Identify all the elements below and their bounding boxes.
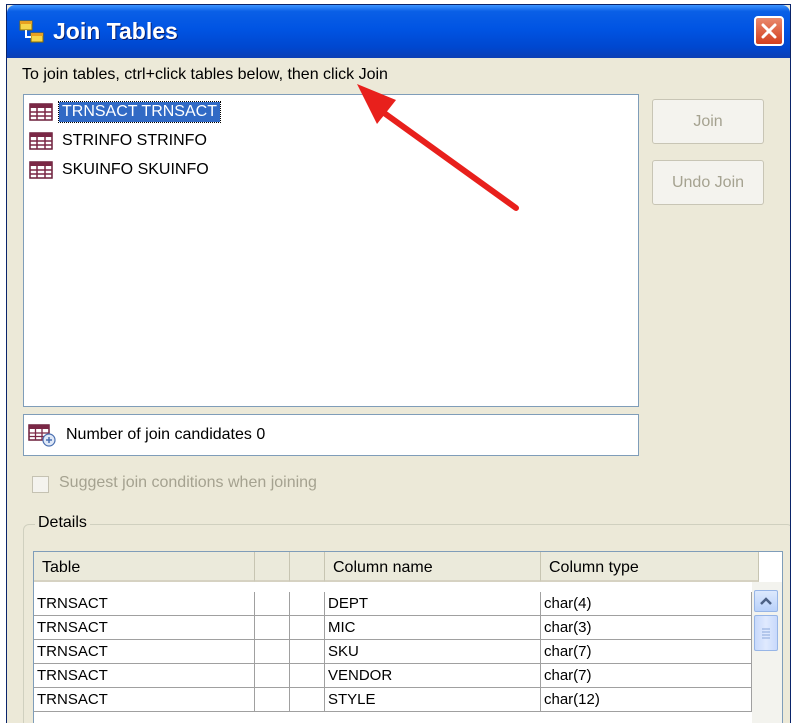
cell-table: TRNSACT (34, 664, 255, 688)
table-item-label: SKUINFO SKUINFO (62, 161, 209, 178)
table-item-strinfo[interactable]: STRINFO STRINFO (29, 130, 210, 152)
cell-blank (290, 688, 325, 712)
table-icon (29, 161, 53, 179)
cell-column-name: MIC (325, 616, 541, 640)
cell-table: TRNSACT (34, 688, 255, 712)
title-bar: Join Tables (7, 5, 790, 58)
vertical-scrollbar[interactable] (752, 582, 782, 723)
cell-column-name: VENDOR (325, 664, 541, 688)
undo-join-button[interactable]: Undo Join (652, 160, 764, 205)
cell-blank (255, 616, 290, 640)
cell-blank (290, 592, 325, 616)
table-item-label: TRNSACT TRNSACT (58, 101, 221, 123)
table-item-skuinfo[interactable]: SKUINFO SKUINFO (29, 159, 212, 181)
join-candidates-icon (28, 424, 56, 447)
join-candidates-label: Number of join candidates 0 (66, 426, 266, 443)
table-item-label: STRINFO STRINFO (62, 132, 207, 149)
cell-blank (255, 640, 290, 664)
cell-column-type: char(7) (541, 664, 752, 688)
grip-icon (762, 628, 770, 639)
cell-table: TRNSACT (34, 616, 255, 640)
column-header-table[interactable]: Table (34, 552, 255, 582)
close-button[interactable] (754, 16, 784, 46)
cell-blank (290, 616, 325, 640)
cell-column-type: char(7) (541, 640, 752, 664)
cell-blank (255, 688, 290, 712)
cell-column-name: STYLE (325, 688, 541, 712)
cell-blank (290, 664, 325, 688)
suggest-join-checkbox[interactable] (32, 476, 49, 493)
scroll-thumb[interactable] (754, 615, 778, 651)
details-legend: Details (35, 514, 90, 532)
cell-column-type: char(4) (541, 592, 752, 616)
close-icon (761, 23, 777, 39)
dialog-title: Join Tables (53, 18, 178, 44)
instruction-text: To join tables, ctrl+click tables below,… (22, 66, 388, 83)
cell-column-type: char(12) (541, 688, 752, 712)
table-item-trnsact[interactable]: TRNSACT TRNSACT (29, 101, 221, 123)
details-grid[interactable]: Table Column name Column type TRNSACT DE… (33, 551, 783, 723)
cell-blank (290, 640, 325, 664)
join-button[interactable]: Join (652, 99, 764, 144)
cell-blank (255, 592, 290, 616)
scroll-up-button[interactable] (754, 590, 778, 612)
table-icon (29, 132, 53, 150)
cell-table: TRNSACT (34, 592, 255, 616)
column-header-blank-2[interactable] (290, 552, 325, 582)
suggest-join-label: Suggest join conditions when joining (59, 474, 317, 491)
cell-table: TRNSACT (34, 640, 255, 664)
chevron-up-icon (760, 597, 772, 605)
cell-blank (255, 664, 290, 688)
join-candidates-field: Number of join candidates 0 (23, 414, 639, 456)
cell-column-name: DEPT (325, 592, 541, 616)
join-tables-icon (19, 20, 44, 43)
join-tables-dialog: Join Tables To join tables, ctrl+click t… (6, 4, 791, 723)
tables-listbox[interactable]: TRNSACT TRNSACT STRINFO STRINFO SKUINFO … (23, 94, 639, 407)
column-header-column-type[interactable]: Column type (541, 552, 759, 582)
column-header-column-name[interactable]: Column name (325, 552, 541, 582)
table-icon (29, 103, 53, 121)
cell-column-name: SKU (325, 640, 541, 664)
column-header-blank-1[interactable] (255, 552, 290, 582)
cell-column-type: char(3) (541, 616, 752, 640)
